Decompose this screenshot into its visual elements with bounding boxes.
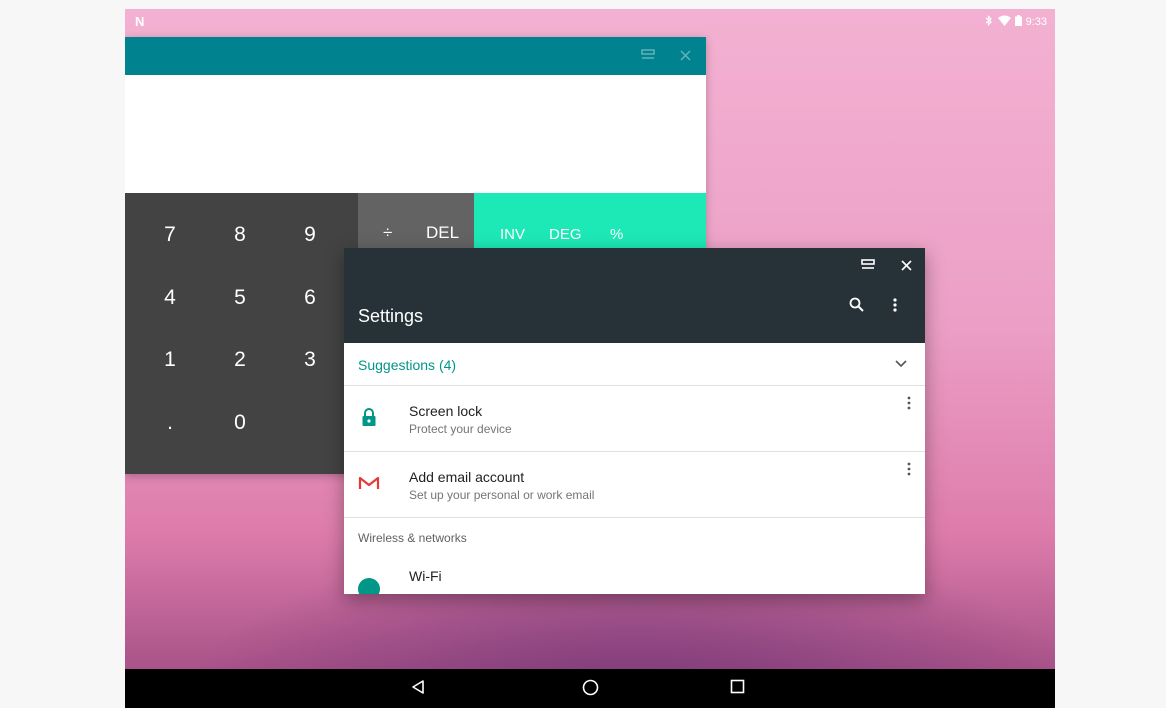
- calculator-caption-bar[interactable]: [125, 37, 706, 75]
- page-title: Settings: [358, 306, 424, 326]
- settings-item-wifi[interactable]: Wi-Fi: [344, 558, 925, 594]
- maximize-icon[interactable]: [641, 48, 655, 64]
- home-icon[interactable]: [582, 679, 599, 701]
- maximize-icon[interactable]: [861, 258, 875, 276]
- key-8[interactable]: 8: [210, 223, 270, 247]
- settings-toolbar: Settings: [344, 285, 925, 343]
- key-5[interactable]: 5: [210, 286, 270, 310]
- key-6[interactable]: 6: [280, 286, 340, 310]
- desktop: N 9:33 7 8 9 4 5 6 1 2 3 . 0 ÷ DEL INV D…: [125, 9, 1055, 708]
- key-4[interactable]: 4: [140, 286, 200, 310]
- suggestions-label: Suggestions (4): [358, 357, 457, 373]
- key-0[interactable]: 0: [210, 411, 270, 435]
- number-pad: 7 8 9 4 5 6 1 2 3 . 0: [125, 193, 358, 474]
- key-percent[interactable]: %: [610, 226, 623, 243]
- status-bar: N 9:33: [125, 9, 1055, 35]
- item-title: Add email account: [409, 469, 525, 485]
- suggestions-header[interactable]: Suggestions (4): [344, 343, 925, 386]
- gmail-icon: [358, 472, 380, 494]
- battery-icon: [1014, 15, 1022, 29]
- settings-caption-bar[interactable]: [344, 248, 925, 285]
- key-7[interactable]: 7: [140, 223, 200, 247]
- recents-icon[interactable]: [730, 679, 745, 699]
- lock-icon: [358, 406, 380, 428]
- item-subtitle: Protect your device: [409, 422, 512, 436]
- close-icon[interactable]: [901, 258, 912, 276]
- suggestion-screen-lock[interactable]: Screen lock Protect your device: [344, 386, 925, 452]
- bluetooth-icon: [984, 15, 994, 29]
- category-header: Wireless & networks: [344, 518, 925, 558]
- android-n-logo: N: [135, 14, 145, 29]
- more-options-icon[interactable]: [907, 462, 911, 481]
- key-9[interactable]: 9: [280, 223, 340, 247]
- key-inv[interactable]: INV: [500, 226, 525, 243]
- key-divide[interactable]: ÷: [383, 223, 392, 243]
- calculator-display: [125, 75, 706, 193]
- more-options-icon[interactable]: [892, 297, 898, 318]
- key-decimal[interactable]: .: [140, 411, 200, 435]
- item-title: Wi-Fi: [409, 568, 442, 584]
- chevron-down-icon[interactable]: [895, 355, 907, 371]
- suggestion-add-email[interactable]: Add email account Set up your personal o…: [344, 452, 925, 518]
- wifi-icon: [358, 578, 380, 594]
- search-icon[interactable]: [849, 297, 865, 318]
- category-label: Wireless & networks: [358, 531, 467, 545]
- more-options-icon[interactable]: [907, 396, 911, 415]
- clock: 9:33: [1025, 16, 1047, 28]
- item-title: Screen lock: [409, 403, 483, 419]
- settings-window[interactable]: Settings Suggestions (4) Screen lock Pro…: [344, 248, 925, 594]
- key-delete[interactable]: DEL: [426, 223, 459, 243]
- item-subtitle: Set up your personal or work email: [409, 488, 595, 502]
- key-deg[interactable]: DEG: [549, 226, 582, 243]
- close-icon[interactable]: [680, 48, 691, 64]
- key-1[interactable]: 1: [140, 348, 200, 372]
- navigation-bar: [125, 669, 1055, 708]
- key-2[interactable]: 2: [210, 348, 270, 372]
- wifi-icon: [997, 15, 1011, 29]
- key-3[interactable]: 3: [280, 348, 340, 372]
- back-icon[interactable]: [411, 679, 425, 700]
